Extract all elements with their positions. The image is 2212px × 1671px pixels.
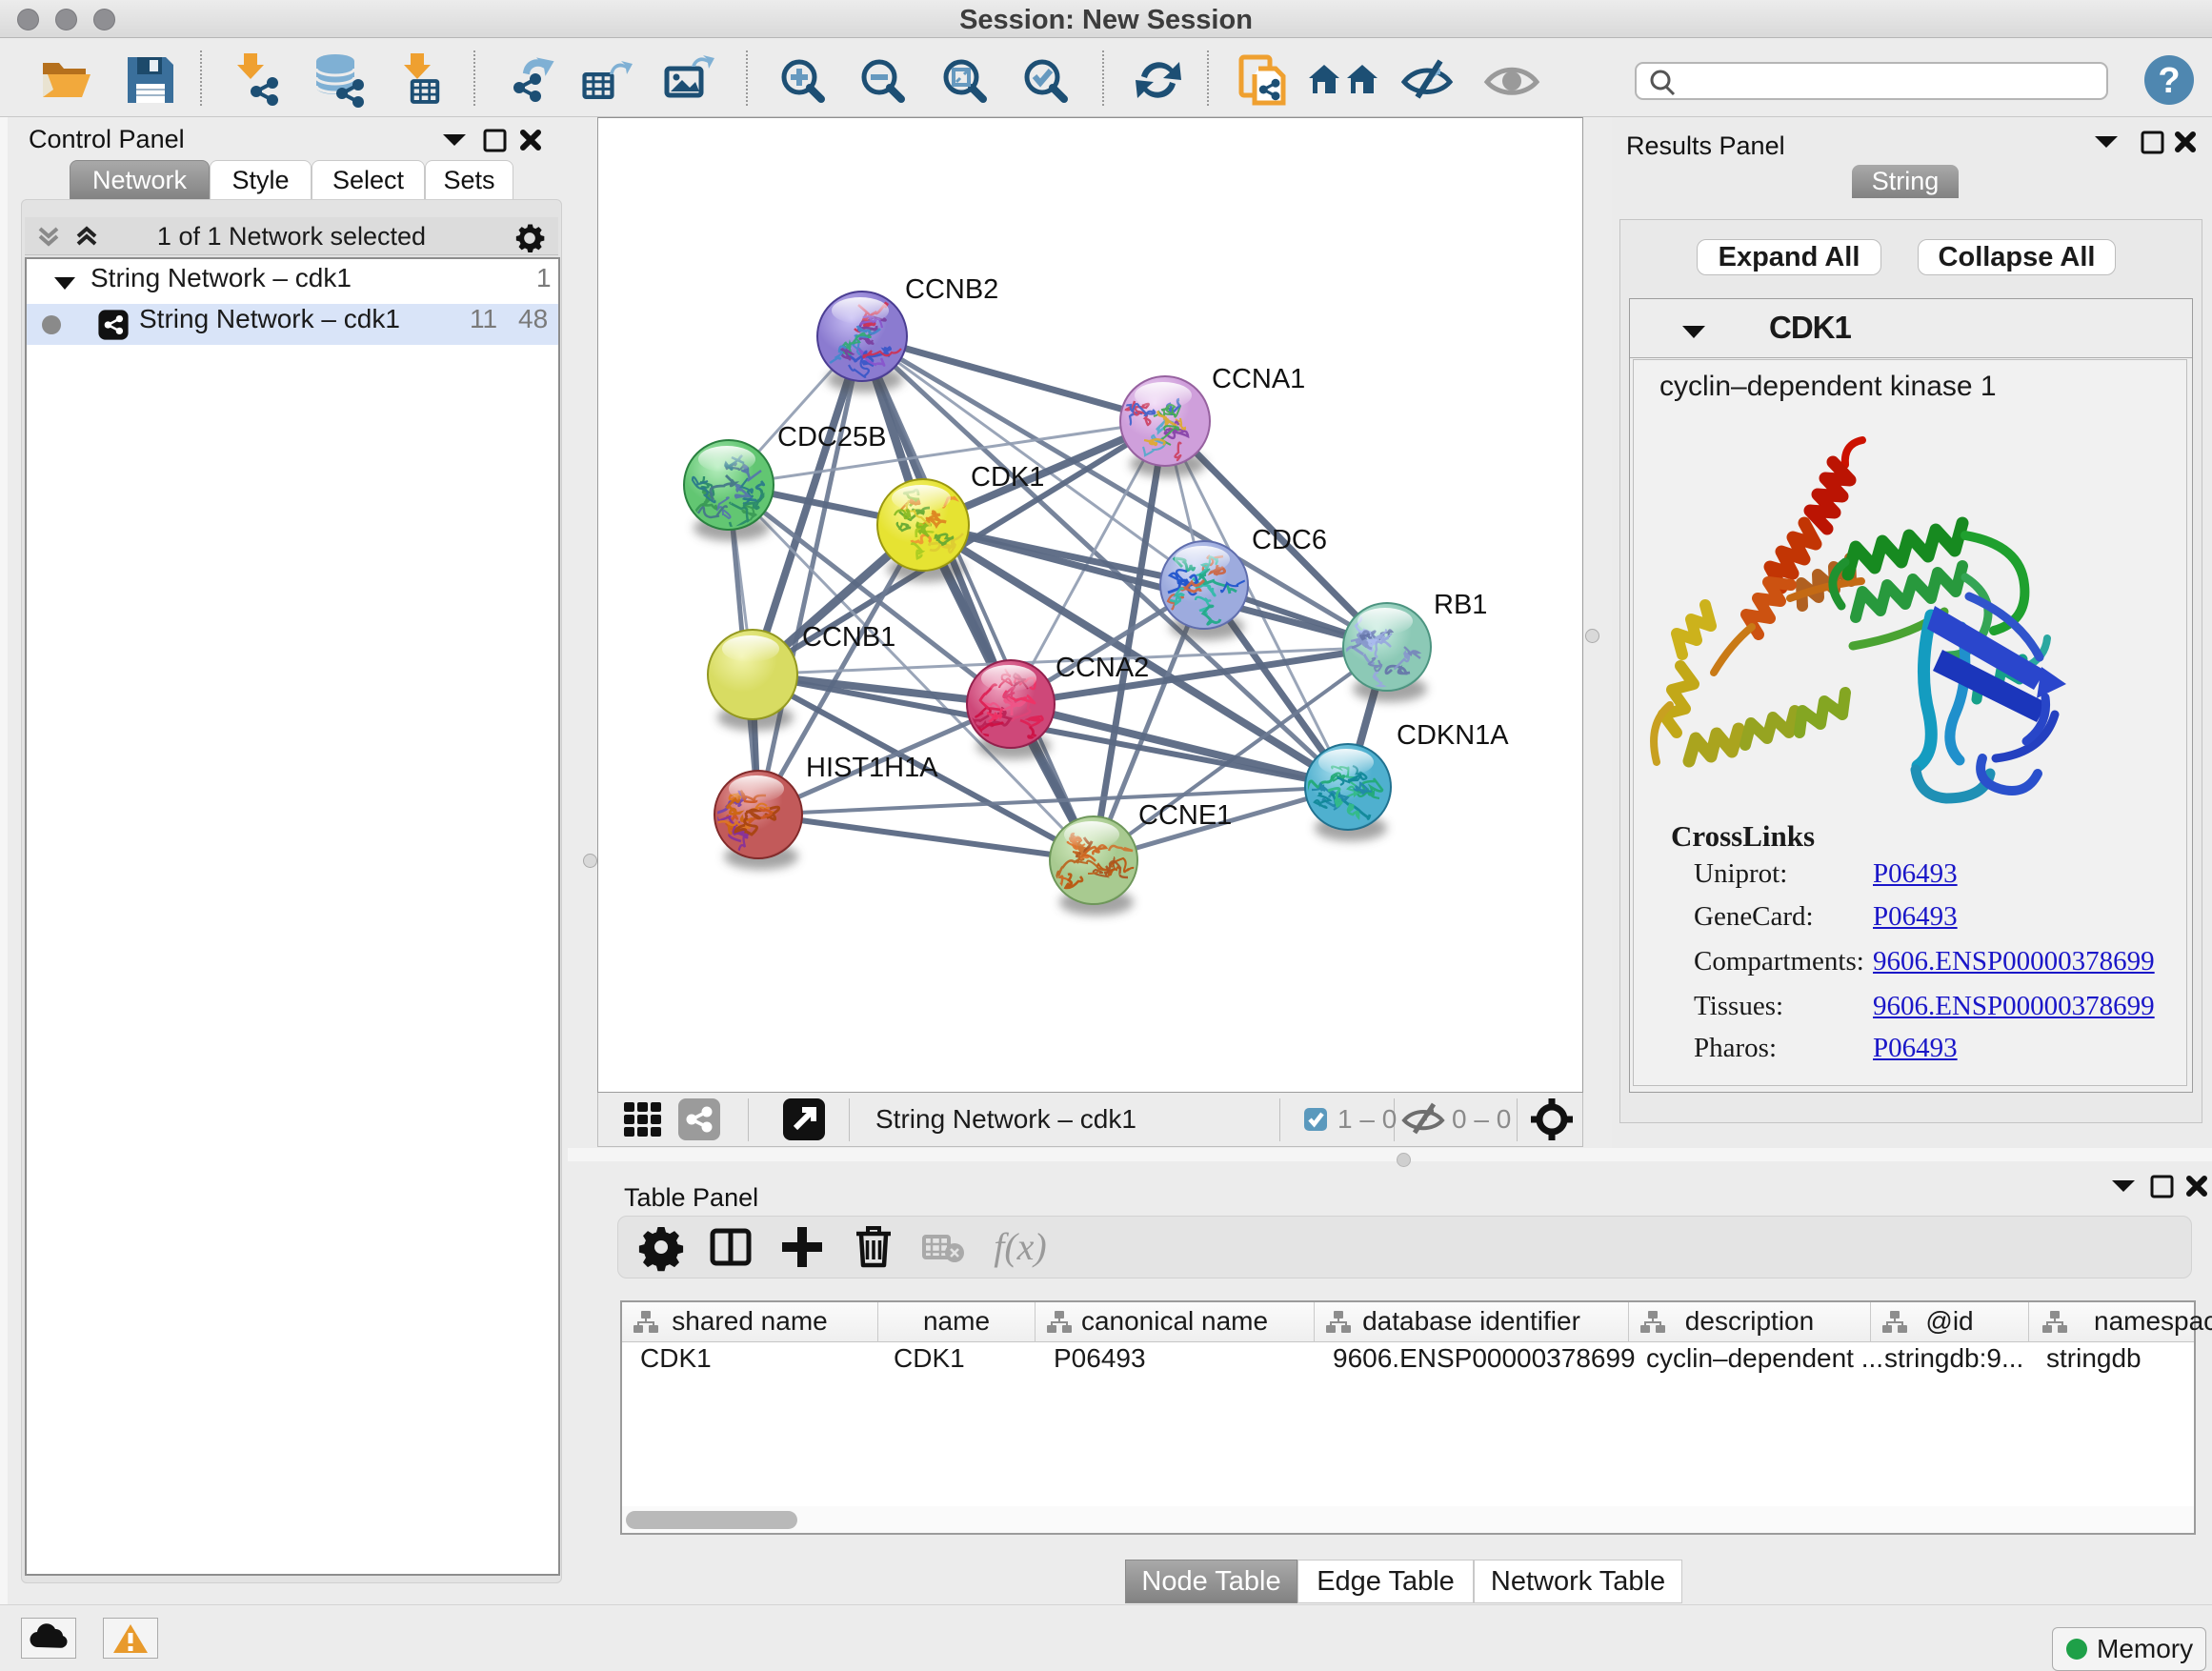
svg-text:CCNB1: CCNB1 bbox=[802, 622, 895, 653]
svg-text:CCNB2: CCNB2 bbox=[905, 274, 998, 305]
svg-text:?: ? bbox=[2158, 61, 2180, 101]
svg-text:CCNE1: CCNE1 bbox=[1138, 800, 1232, 831]
svg-text:HIST1H1A: HIST1H1A bbox=[806, 753, 938, 783]
svg-text:f(x): f(x) bbox=[994, 1225, 1047, 1268]
svg-text:CCNA1: CCNA1 bbox=[1212, 364, 1305, 394]
svg-text:CDK1: CDK1 bbox=[971, 462, 1044, 493]
svg-text:CDC6: CDC6 bbox=[1252, 525, 1327, 555]
svg-text:CDC25B: CDC25B bbox=[777, 422, 886, 453]
svg-text:CDKN1A: CDKN1A bbox=[1397, 720, 1509, 751]
svg-text:CCNA2: CCNA2 bbox=[1056, 653, 1149, 683]
svg-text:RB1: RB1 bbox=[1434, 590, 1487, 620]
